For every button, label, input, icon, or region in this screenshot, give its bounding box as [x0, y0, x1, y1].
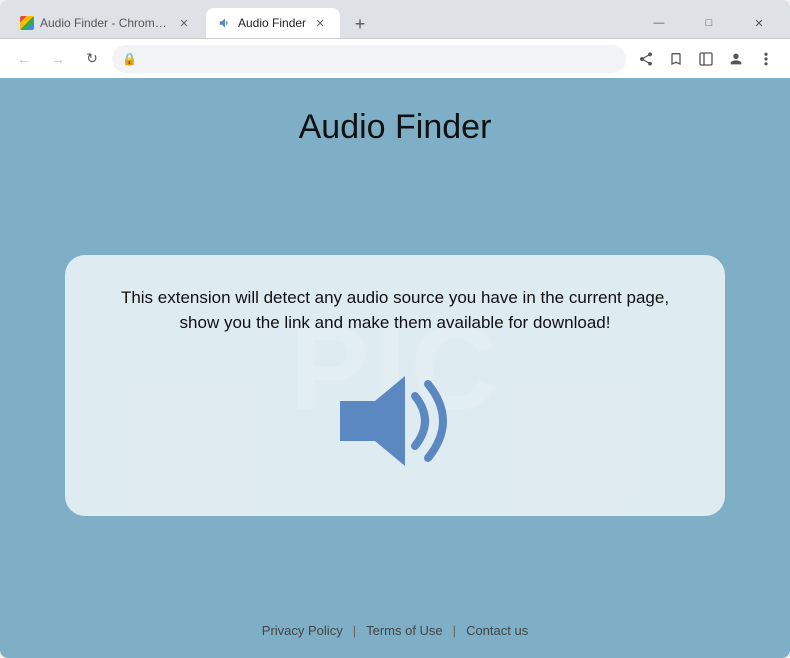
tab-audio-finder[interactable]: Audio Finder ✕	[206, 8, 340, 38]
lock-icon: 🔒	[122, 52, 137, 66]
audio-icon	[330, 366, 460, 476]
chrome-favicon	[20, 16, 34, 30]
terms-of-use-link[interactable]: Terms of Use	[366, 623, 443, 638]
contact-us-link[interactable]: Contact us	[466, 623, 528, 638]
share-button[interactable]	[632, 45, 660, 73]
refresh-button[interactable]: ↻	[78, 45, 106, 73]
audio-finder-tab-icon	[218, 16, 232, 30]
bookmark-button[interactable]	[662, 45, 690, 73]
tab-chrome-web-store[interactable]: Audio Finder - Chrome Web … ✕	[8, 8, 204, 38]
tabs-area: Audio Finder - Chrome Web … ✕ Audio Find…	[8, 0, 636, 38]
toolbar-actions	[632, 45, 780, 73]
profile-button[interactable]	[722, 45, 750, 73]
minimize-button[interactable]: —	[636, 8, 682, 38]
footer: Privacy Policy | Terms of Use | Contact …	[262, 623, 528, 638]
close-button[interactable]: ✕	[736, 8, 782, 38]
new-tab-button[interactable]: +	[346, 10, 374, 38]
address-bar[interactable]: 🔒	[112, 45, 626, 73]
forward-button[interactable]: →	[44, 45, 72, 73]
separator-2: |	[453, 623, 456, 638]
sidebar-button[interactable]	[692, 45, 720, 73]
info-card: This extension will detect any audio sou…	[65, 255, 725, 516]
tab-1-label: Audio Finder - Chrome Web …	[40, 16, 170, 30]
page-content: PIC Audio Finder This extension will det…	[0, 78, 790, 658]
tab-1-close-button[interactable]: ✕	[176, 15, 192, 31]
page-title: Audio Finder	[299, 108, 492, 147]
separator-1: |	[353, 623, 356, 638]
menu-button[interactable]	[752, 45, 780, 73]
audio-icon-container	[330, 366, 460, 476]
back-button[interactable]: ←	[10, 45, 38, 73]
privacy-policy-link[interactable]: Privacy Policy	[262, 623, 343, 638]
card-description: This extension will detect any audio sou…	[105, 285, 685, 336]
browser-toolbar: ← → ↻ 🔒	[0, 38, 790, 78]
window-controls: — □ ✕	[636, 0, 782, 38]
chrome-window: Audio Finder - Chrome Web … ✕ Audio Find…	[0, 0, 790, 658]
tab-2-label: Audio Finder	[238, 16, 306, 30]
maximize-button[interactable]: □	[686, 8, 732, 38]
title-bar: Audio Finder - Chrome Web … ✕ Audio Find…	[0, 0, 790, 38]
tab-2-close-button[interactable]: ✕	[312, 15, 328, 31]
